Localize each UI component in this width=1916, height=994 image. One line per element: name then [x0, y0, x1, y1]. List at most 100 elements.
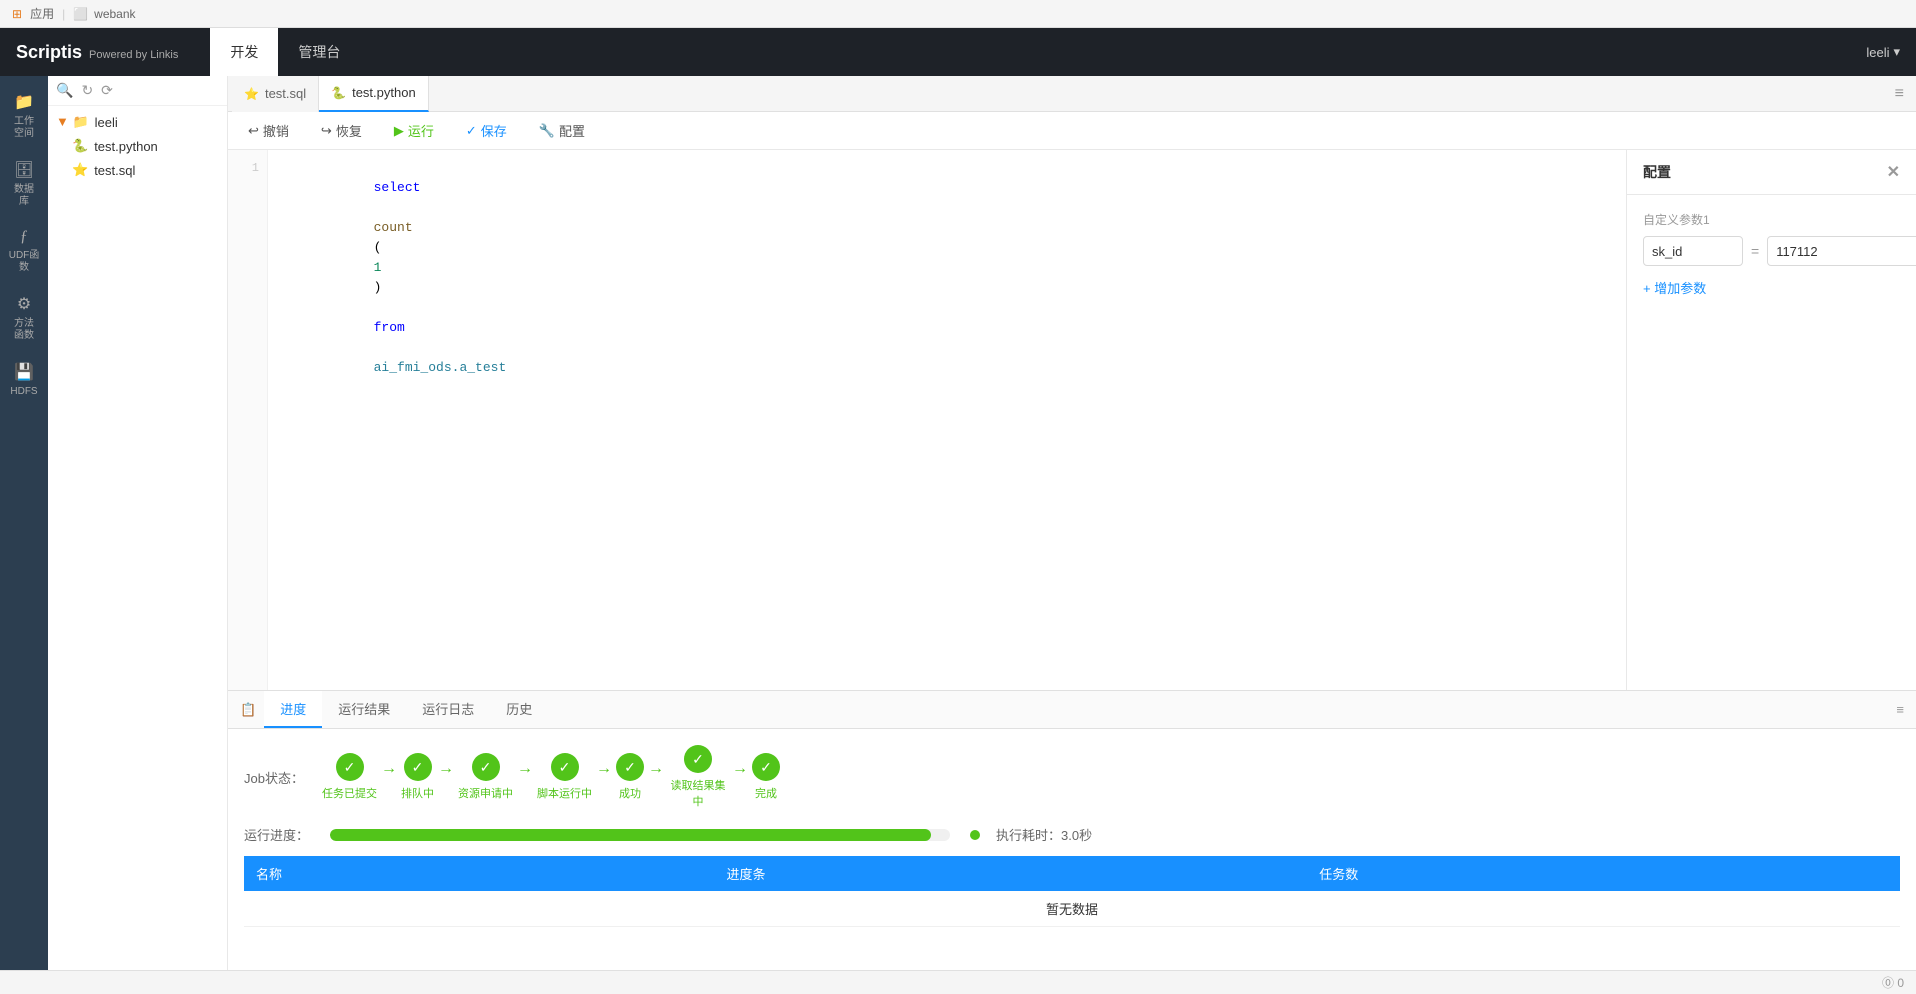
progress-bar-fill [330, 829, 931, 841]
run-progress-row: 运行进度： 执行耗时：3.0秒 [244, 825, 1900, 844]
col-name: 名称 [244, 856, 714, 891]
undo-label: 撤销 [263, 121, 289, 140]
run-label: 运行 [408, 121, 434, 140]
bottom-tab-results[interactable]: 运行结果 [322, 691, 406, 728]
sql-tab-icon: ⭐ [244, 87, 259, 101]
tree-item-sql[interactable]: ⭐ test.sql [64, 158, 227, 182]
job-step-queuing: ✓ 排队中 [401, 753, 434, 801]
status-bar: ⓪ 0 [0, 970, 1916, 994]
apps-label: 应用 [30, 5, 54, 22]
folder-icon: ▼ 📁 [56, 114, 89, 130]
bottom-panel-menu-icon[interactable]: ≡ [1888, 702, 1912, 717]
bottom-tab-log[interactable]: 运行日志 [406, 691, 490, 728]
status-info: ⓪ 0 [1882, 974, 1904, 991]
methods-label: 方法函数 [14, 318, 34, 342]
kw-num: 1 [374, 260, 382, 275]
sidebar-item-hdfs[interactable]: 💾 HDFS [2, 354, 46, 406]
tab-sql[interactable]: ⭐ test.sql [232, 76, 319, 112]
run-icon: ▶ [394, 123, 404, 139]
code-from-space [374, 300, 382, 315]
database-icon: 🗄 [14, 160, 34, 180]
methods-icon: ⚙ [17, 294, 31, 314]
step-submitted-circle: ✓ [336, 753, 364, 781]
step-fetch-label: 读取结果集中 [668, 777, 728, 809]
config-body: 自定义参数1 = ✕ + 增加参数 [1627, 195, 1916, 690]
os-bar: ⊞ 应用 | ⬜ webank [0, 0, 1916, 28]
progress-table: 名称 进度条 任务数 暂无数据 [244, 856, 1900, 927]
udf-icon: ƒ [20, 228, 28, 246]
job-status-row: Job状态： ✓ 任务已提交 → ✓ 排队中 → ✓ [244, 745, 1900, 809]
logo: Scriptis Powered by Linkis [16, 42, 178, 63]
sidebar-item-udf[interactable]: ƒ UDF函数 [2, 220, 46, 282]
config-button[interactable]: 🔧 配置 [531, 118, 593, 143]
toolbar: ↩ 撤销 ↪ 恢复 ▶ 运行 ✓ 保存 🔧 配置 [228, 112, 1916, 150]
tree-sql-label: test.sql [94, 163, 135, 178]
step-fetch-circle: ✓ [684, 745, 712, 773]
file-tree-content: ▼ 📁 leeli 🐍 test.python ⭐ test.sql [48, 106, 227, 970]
code-line-1: select count ( 1 ) from ai_fmi_ods.a_tes… [280, 158, 1614, 178]
user-menu[interactable]: leeli ▾ [1866, 44, 1900, 60]
apps-icon: ⊞ [12, 7, 22, 21]
undo-button[interactable]: ↩ 撤销 [240, 118, 297, 143]
save-button[interactable]: ✓ 保存 [458, 118, 515, 143]
code-content[interactable]: select count ( 1 ) from ai_fmi_ods.a_tes… [268, 150, 1626, 690]
line-numbers: 1 [228, 150, 268, 690]
refresh-icon[interactable]: ↻ [81, 82, 93, 99]
logo-sub: Powered by Linkis [89, 49, 178, 61]
job-step-submitted: ✓ 任务已提交 [322, 753, 377, 801]
step-arrow-1: → [381, 760, 397, 794]
run-button[interactable]: ▶ 运行 [386, 118, 442, 143]
logo-text: Scriptis [16, 42, 82, 62]
bottom-tabs: 📋 进度 运行结果 运行日志 历史 ≡ [228, 691, 1916, 729]
code-editor[interactable]: 1 select count ( 1 ) from ai_fmi_ods.a_t… [228, 150, 1626, 690]
code-table-space [374, 340, 382, 355]
code-paren-close: ) [374, 280, 382, 295]
hdfs-icon: 💾 [14, 362, 34, 382]
config-title: 配置 [1643, 162, 1671, 182]
editor-config-row: 1 select count ( 1 ) from ai_fmi_ods.a_t… [228, 150, 1916, 690]
redo-button[interactable]: ↪ 恢复 [313, 118, 370, 143]
hdfs-label: HDFS [10, 386, 37, 398]
search-icon[interactable]: 🔍 [56, 82, 73, 99]
tab-menu-icon[interactable]: ≡ [1887, 85, 1912, 103]
progress-dot [970, 830, 980, 840]
col-progress: 进度条 [714, 856, 1307, 891]
step-resource-label: 资源申请中 [458, 785, 513, 801]
sidebar-item-database[interactable]: 🗄 数据库 [2, 152, 46, 216]
bottom-tab-history[interactable]: 历史 [490, 691, 548, 728]
progress-log-icon[interactable]: 📋 [232, 698, 264, 722]
config-value-input[interactable] [1767, 236, 1916, 266]
redo-icon: ↪ [321, 123, 332, 139]
sidebar-item-methods[interactable]: ⚙ 方法函数 [2, 286, 46, 350]
bottom-tab-progress[interactable]: 进度 [264, 691, 322, 728]
tab-python[interactable]: 🐍 test.python [319, 76, 429, 112]
tree-item-python[interactable]: 🐍 test.python [64, 134, 227, 158]
step-running-circle: ✓ [551, 753, 579, 781]
file-tree-header: 🔍 ↻ ⟳ [48, 76, 227, 106]
step-arrow-2: → [438, 760, 454, 794]
step-arrow-6: → [732, 760, 748, 794]
python-file-icon: 🐍 [72, 138, 88, 154]
sidebar-item-workspace[interactable]: 📁 工作空间 [2, 84, 46, 148]
nav-admin[interactable]: 管理台 [278, 28, 360, 76]
config-panel: 配置 ✕ 自定义参数1 = ✕ + 增加参数 [1626, 150, 1916, 690]
reload-icon[interactable]: ⟳ [101, 82, 113, 99]
step-resource-circle: ✓ [472, 753, 500, 781]
progress-time: 执行耗时：3.0秒 [996, 825, 1092, 844]
bottom-panel: 📋 进度 运行结果 运行日志 历史 ≡ Job状态： ✓ 任务已提交 [228, 690, 1916, 970]
user-dropdown-icon: ▾ [1893, 44, 1900, 60]
tree-python-label: test.python [94, 139, 158, 154]
save-label: 保存 [481, 121, 507, 140]
job-step-fetch: ✓ 读取结果集中 [668, 745, 728, 809]
sidebar-icons: 📁 工作空间 🗄 数据库 ƒ UDF函数 ⚙ 方法函数 💾 HDFS [0, 76, 48, 970]
window-title: webank [94, 7, 135, 21]
config-add-button[interactable]: + 增加参数 [1643, 278, 1900, 297]
nav-dev[interactable]: 开发 [210, 28, 278, 76]
config-equals: = [1751, 243, 1759, 259]
step-success-circle: ✓ [616, 753, 644, 781]
config-key-input[interactable] [1643, 236, 1743, 266]
tree-root-item[interactable]: ▼ 📁 leeli [48, 110, 227, 134]
config-close-button[interactable]: ✕ [1887, 162, 1900, 182]
progress-table-body: 暂无数据 [244, 891, 1900, 927]
step-queuing-label: 排队中 [401, 785, 434, 801]
